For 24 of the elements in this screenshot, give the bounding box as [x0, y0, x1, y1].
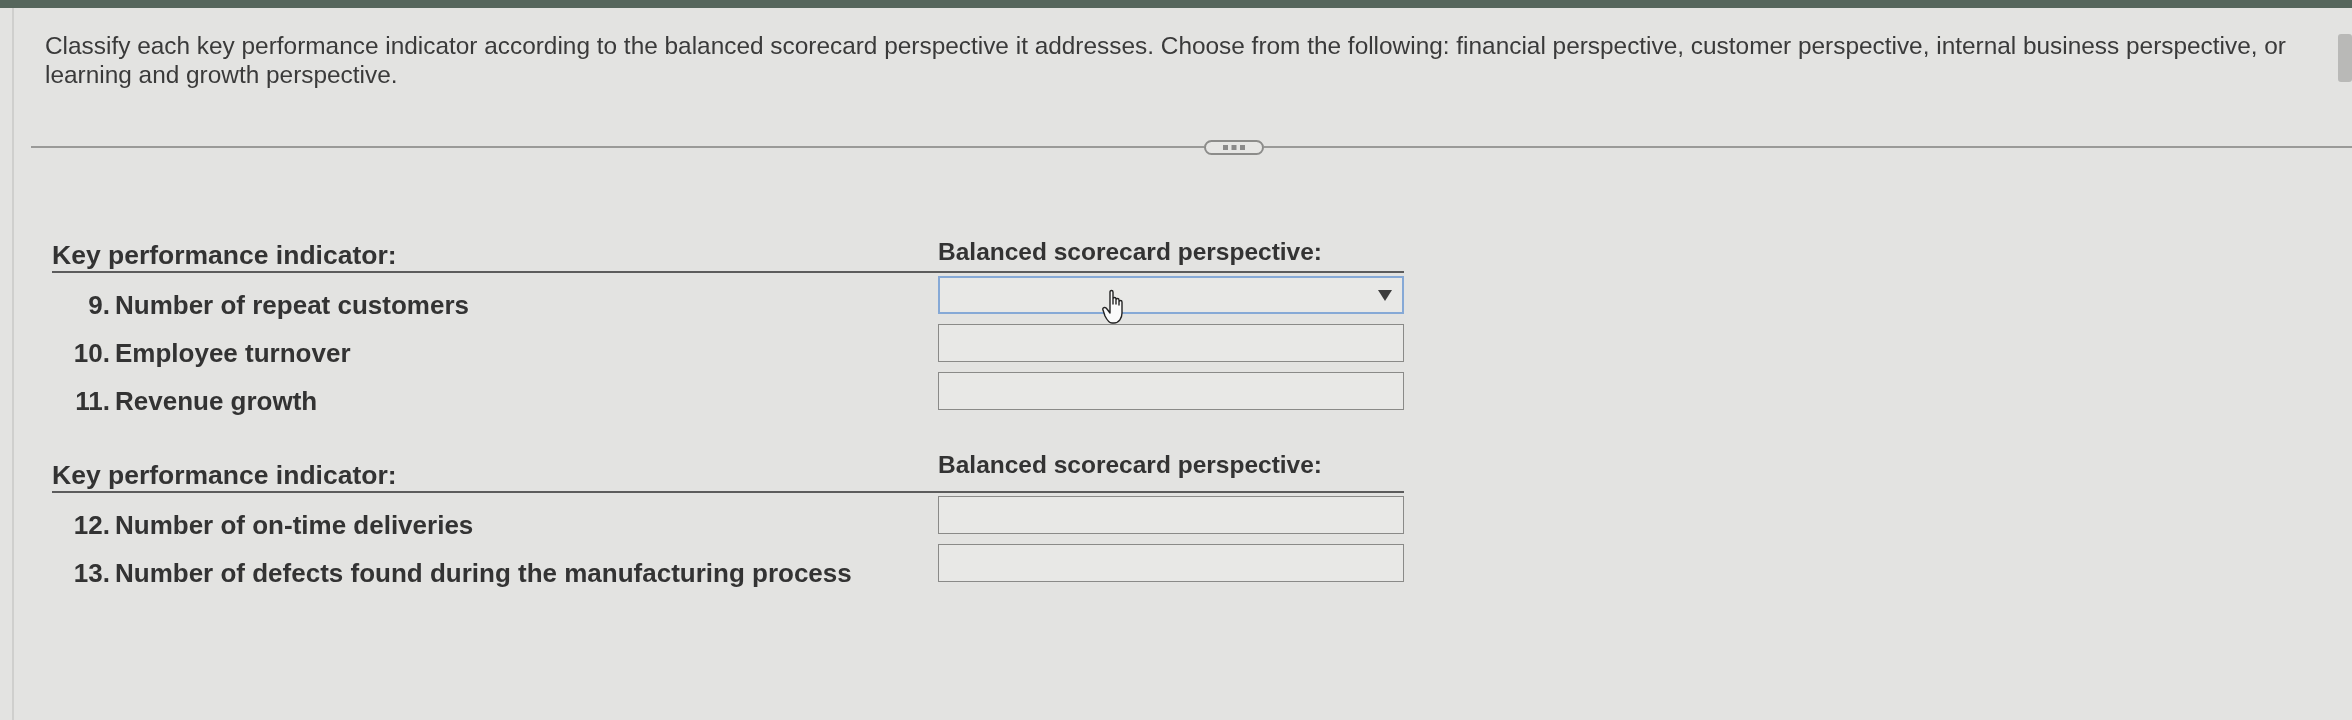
indicator-text: Employee turnover [115, 337, 351, 370]
indicator-text: Revenue growth [115, 385, 318, 418]
item-number: 13. [72, 557, 110, 590]
column-heading: Balanced scorecard perspective: [938, 238, 1323, 266]
item-number: 12. [72, 509, 110, 542]
answer-dropdown[interactable] [938, 276, 1404, 314]
column-heading: Key performance indicator: [52, 461, 397, 489]
answer-dropdown[interactable] [938, 544, 1404, 582]
expand-button[interactable] [1204, 139, 1264, 155]
indicator-text: Number of defects found during the manufacturing process [115, 557, 852, 590]
instructions-text: Classify each key performance indicator according to the balanced scorecard perspective it addresses. Choose from the following: financial perspective, customer perspective, internal business perspective, or learning and growth perspective. [45, 31, 2287, 89]
caret-down-icon [1378, 289, 1392, 301]
answer-dropdown[interactable] [938, 496, 1404, 534]
item-number: 11. [74, 385, 110, 418]
ellipsis-icon [1223, 144, 1245, 150]
indicator-text: Number of on-time deliveries [115, 509, 474, 542]
column-heading: Balanced scorecard perspective: [938, 451, 1323, 479]
column-heading: Key performance indicator: [52, 241, 397, 269]
indicator-text: Number of repeat customers [115, 289, 469, 322]
answer-dropdown[interactable] [938, 324, 1404, 362]
scrollbar-thumb[interactable] [2338, 34, 2352, 82]
item-number: 10. [72, 337, 110, 370]
item-number: 9. [87, 289, 110, 322]
answer-dropdown[interactable] [938, 372, 1404, 410]
